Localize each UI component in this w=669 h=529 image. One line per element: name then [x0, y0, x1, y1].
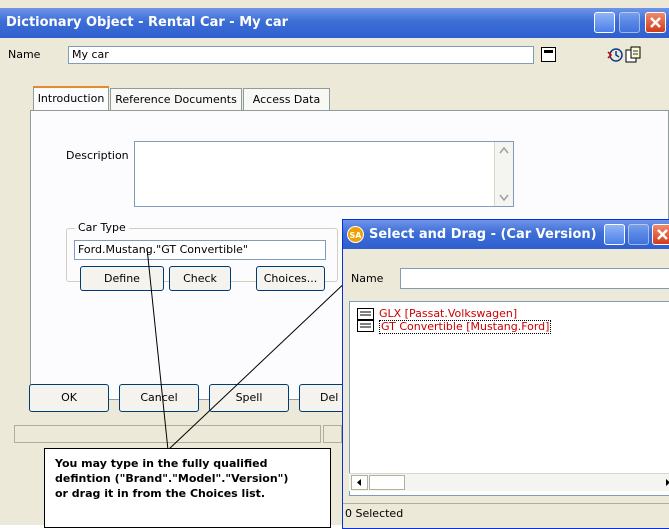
- callout-line-3: or drag it in from the Choices list.: [55, 487, 266, 500]
- select-name-label: Name: [351, 272, 384, 285]
- callout-line-2: defintion ("Brand"."Model"."Version"): [55, 472, 289, 485]
- sa-app-icon: SA: [347, 226, 364, 243]
- choices-hscrollbar[interactable]: [349, 473, 669, 491]
- select-status-bar: 0 Selected: [343, 503, 669, 523]
- car-record-icon: [357, 308, 374, 320]
- scroll-thumb[interactable]: [369, 475, 405, 490]
- select-minimize-button[interactable]: [604, 224, 625, 245]
- select-name-input[interactable]: [400, 268, 669, 289]
- callout-line-1: You may type in the fully qualified: [55, 457, 268, 470]
- car-record-icon: [357, 320, 374, 332]
- callout-line-to-input: [146, 247, 169, 451]
- choices-list[interactable]: GLX [Passat.Volkswagen] GT Convertible […: [349, 301, 669, 496]
- scroll-right-icon[interactable]: [663, 476, 669, 489]
- select-close-button[interactable]: [652, 224, 669, 245]
- callout-line-to-list: [167, 277, 351, 451]
- close-icon: [657, 229, 668, 240]
- scroll-left-icon: [357, 479, 361, 486]
- select-drag-window: Select and Drag - (Car Version) SA Name …: [342, 219, 669, 529]
- select-maximize-button[interactable]: [628, 224, 649, 245]
- instruction-callout: You may type in the fully qualified defi…: [44, 448, 331, 528]
- scroll-left-button[interactable]: [351, 475, 368, 490]
- selection-count: 0 Selected: [345, 507, 404, 520]
- select-drag-title: Select and Drag - (Car Version): [369, 227, 597, 242]
